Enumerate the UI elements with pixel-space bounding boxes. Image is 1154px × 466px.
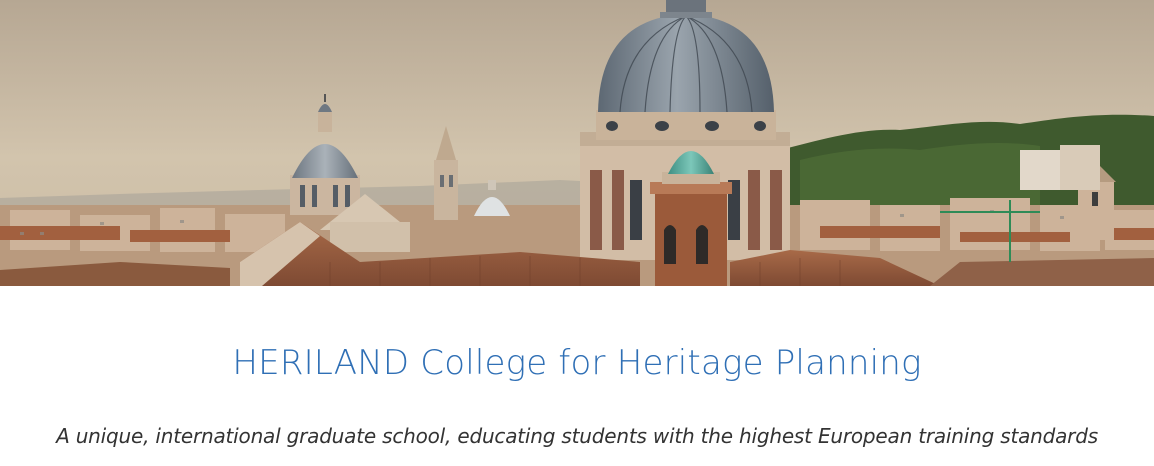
page-subtitle: A unique, international graduate school,… bbox=[56, 424, 1098, 448]
hero-banner-image bbox=[0, 0, 1154, 286]
rome-skyline-image bbox=[0, 0, 1154, 286]
page-title: HERILAND College for Heritage Planning bbox=[232, 343, 922, 383]
page: HERILAND College for Heritage Planning A… bbox=[0, 0, 1154, 466]
